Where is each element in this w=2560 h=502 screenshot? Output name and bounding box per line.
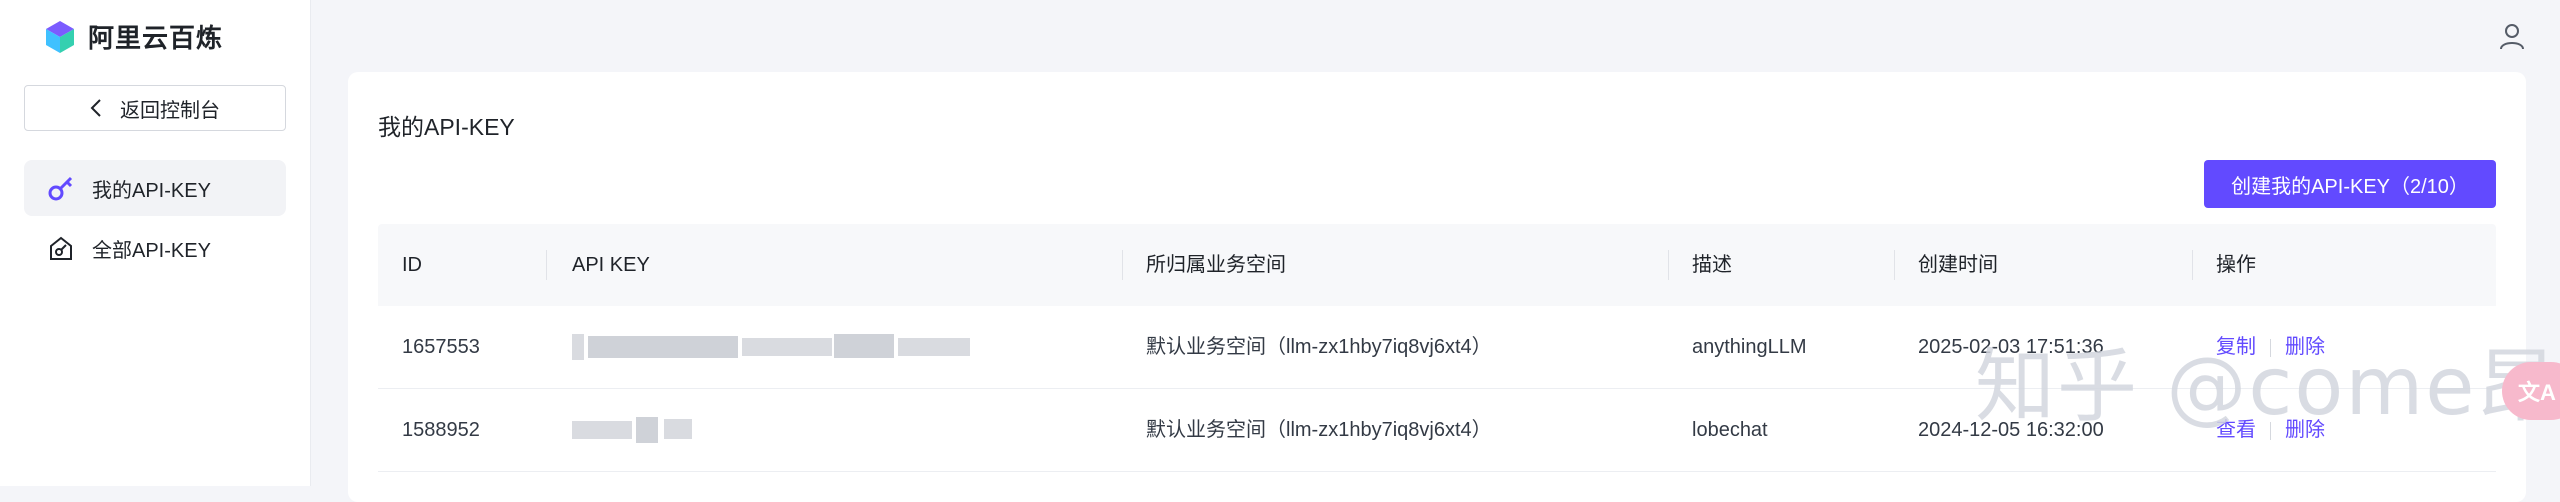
column-header-api-key: API KEY: [572, 254, 650, 276]
brand-name: 阿里云百炼: [88, 23, 224, 53]
sidebar-item-label: 我的API-KEY: [92, 179, 211, 202]
column-divider: [1122, 250, 1123, 280]
sidebar-item-label: 全部API-KEY: [92, 239, 211, 262]
api-key-redacted: [572, 389, 702, 471]
column-divider: [1668, 250, 1669, 280]
back-to-console-label: 返回控制台: [120, 99, 220, 122]
cell-description: anythingLLM: [1692, 336, 1807, 358]
create-api-key-button[interactable]: 创建我的API-KEY（2/10）: [2204, 160, 2496, 208]
column-header-workspace: 所归属业务空间: [1146, 254, 1286, 276]
back-to-console-button[interactable]: 返回控制台: [24, 85, 286, 131]
key-icon: [48, 176, 73, 201]
table-header: ID API KEY 所归属业务空间 描述 创建时间 操作: [378, 224, 2496, 306]
brand[interactable]: 阿里云百炼: [42, 18, 223, 55]
translate-float-button[interactable]: 文A: [2502, 362, 2560, 420]
zhihu-watermark: 知乎 @come昂: [1975, 340, 2559, 433]
column-header-created-time: 创建时间: [1918, 254, 1998, 276]
cell-workspace: 默认业务空间（llm-zx1hby7iq8vj6xt4）: [1146, 336, 1492, 358]
column-divider: [1894, 250, 1895, 280]
column-divider: [546, 250, 547, 280]
chevron-left-icon: [90, 99, 101, 117]
cell-workspace: 默认业务空间（llm-zx1hby7iq8vj6xt4）: [1146, 419, 1492, 441]
column-header-id: ID: [402, 254, 422, 276]
column-header-description: 描述: [1692, 254, 1732, 276]
sidebar-item-my-api-key[interactable]: 我的API-KEY: [24, 160, 286, 216]
api-key-redacted: [572, 306, 972, 388]
home-key-icon: [50, 236, 72, 260]
bailian-logo-icon: [46, 20, 74, 53]
cell-description: lobechat: [1692, 419, 1768, 441]
cell-id: 1588952: [402, 419, 480, 441]
column-divider: [2192, 250, 2193, 280]
page-title: 我的API-KEY: [378, 114, 515, 140]
sidebar-item-all-api-key[interactable]: 全部API-KEY: [24, 220, 286, 276]
cell-id: 1657553: [402, 336, 480, 358]
user-icon[interactable]: [2498, 22, 2526, 50]
sidebar: 阿里云百炼 返回控制台 我的API-KEY 全部API-KEY: [0, 0, 311, 486]
column-header-actions: 操作: [2216, 254, 2256, 276]
